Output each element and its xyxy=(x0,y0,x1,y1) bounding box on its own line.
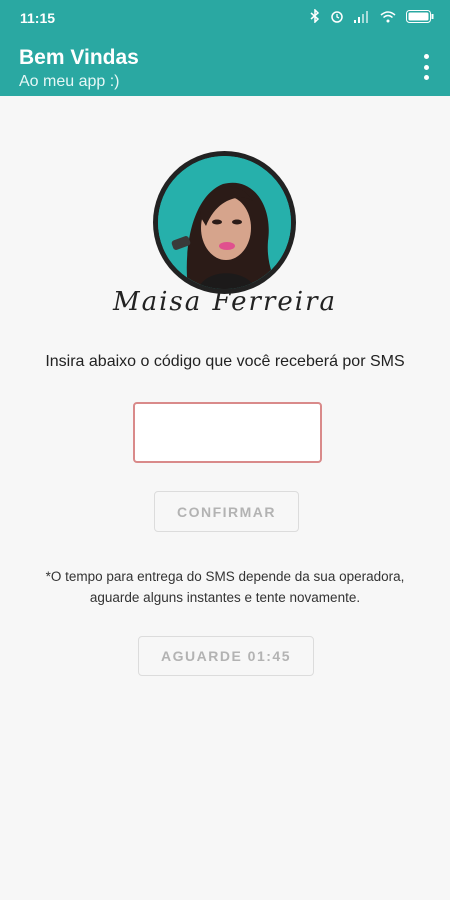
resend-wait-button[interactable]: AGUARDE 01:45 xyxy=(138,636,314,676)
profile-photo xyxy=(158,156,291,289)
wifi-icon xyxy=(380,10,396,28)
more-vert-icon[interactable] xyxy=(416,54,436,80)
avatar xyxy=(153,151,296,294)
confirm-button[interactable]: CONFIRMAR xyxy=(154,491,299,532)
sms-code-input[interactable] xyxy=(133,402,322,463)
status-icons xyxy=(310,8,434,28)
bluetooth-icon xyxy=(310,8,320,28)
profile-name-signature: Maisa Ferreira xyxy=(112,287,338,317)
signal-icon xyxy=(354,10,370,28)
battery-icon xyxy=(406,9,434,28)
app-bar: Bem Vindas Ao meu app :) xyxy=(0,36,450,96)
app-subtitle: Ao meu app :) xyxy=(19,73,120,90)
alarm-icon xyxy=(330,9,344,28)
instruction-text: Insira abaixo o código que você receberá… xyxy=(45,353,405,370)
sms-delivery-note: *O tempo para entrega do SMS depende da … xyxy=(45,569,405,605)
status-time: 11:15 xyxy=(20,10,56,26)
app-title: Bem Vindas xyxy=(19,46,139,69)
status-bar: 11:15 xyxy=(0,0,450,36)
